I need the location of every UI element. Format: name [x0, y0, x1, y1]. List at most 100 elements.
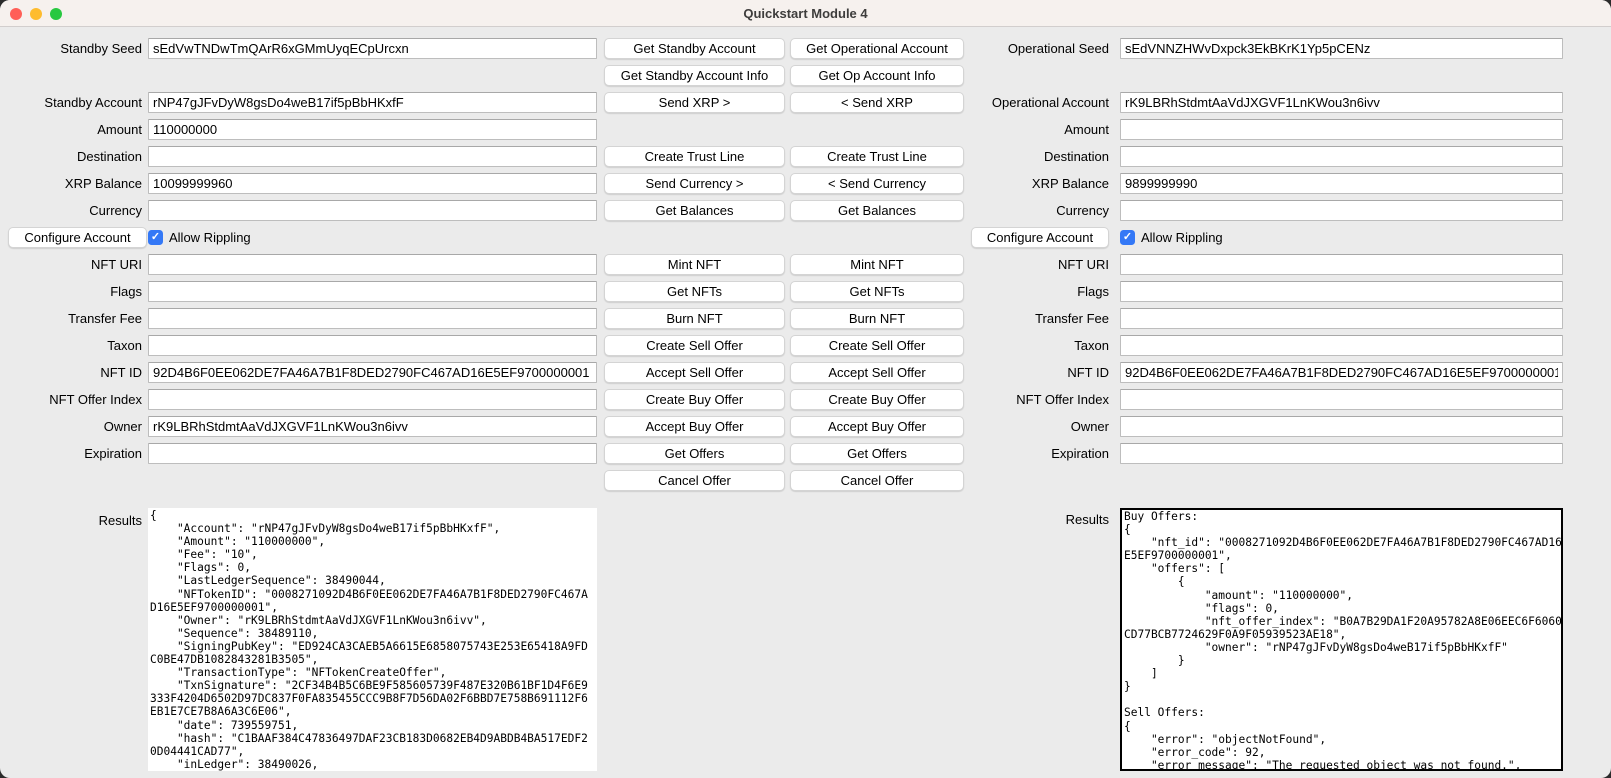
operational-expiration-input[interactable]	[1120, 443, 1563, 464]
operational-currency-input[interactable]	[1120, 200, 1563, 221]
standby-create-trust-line-button[interactable]: Create Trust Line	[604, 146, 785, 167]
operational-get-nfts-button[interactable]: Get NFTs	[790, 281, 964, 302]
standby-flags-input[interactable]	[148, 281, 597, 302]
form-row: Destination Create Trust Line Create Tru…	[0, 143, 1611, 170]
title-bar[interactable]: Quickstart Module 4	[0, 0, 1611, 27]
form-row: NFT Offer Index Create Buy Offer Create …	[0, 386, 1611, 413]
standby-seed-label: Standby Seed	[60, 41, 142, 56]
standby-allow-rippling-label: Allow Rippling	[169, 230, 251, 245]
standby-destination-input[interactable]	[148, 146, 597, 167]
standby-taxon-input[interactable]	[148, 335, 597, 356]
operational-create-trust-line-button[interactable]: Create Trust Line	[790, 146, 964, 167]
form-row: XRP Balance Send Currency > < Send Curre…	[0, 170, 1611, 197]
get-operational-account-button[interactable]: Get Operational Account	[790, 38, 964, 59]
standby-nft-offer-index-input[interactable]	[148, 389, 597, 410]
operational-allow-rippling-label: Allow Rippling	[1141, 230, 1223, 245]
get-standby-account-button[interactable]: Get Standby Account	[604, 38, 785, 59]
operational-currency-label: Currency	[1056, 203, 1109, 218]
standby-accept-sell-offer-button[interactable]: Accept Sell Offer	[604, 362, 785, 383]
operational-amount-input[interactable]	[1120, 119, 1563, 140]
standby-destination-label: Destination	[77, 149, 142, 164]
standby-account-label: Standby Account	[44, 95, 142, 110]
operational-accept-sell-offer-button[interactable]: Accept Sell Offer	[790, 362, 964, 383]
operational-amount-label: Amount	[1064, 122, 1109, 137]
standby-transfer-fee-input[interactable]	[148, 308, 597, 329]
operational-nft-id-input[interactable]	[1120, 362, 1563, 383]
standby-expiration-input[interactable]	[148, 443, 597, 464]
standby-accept-buy-offer-button[interactable]: Accept Buy Offer	[604, 416, 785, 437]
standby-currency-input[interactable]	[148, 200, 597, 221]
operational-results-textarea[interactable]: Buy Offers: { "nft_id": "0008271092D4B6F…	[1120, 508, 1563, 771]
operational-destination-input[interactable]	[1120, 146, 1563, 167]
form-row: Amount Amount	[0, 116, 1611, 143]
operational-cancel-offer-button[interactable]: Cancel Offer	[790, 470, 964, 491]
standby-account-input[interactable]	[148, 92, 597, 113]
operational-flags-input[interactable]	[1120, 281, 1563, 302]
minimize-button[interactable]	[30, 8, 42, 20]
operational-nft-offer-index-label: NFT Offer Index	[1016, 392, 1109, 407]
get-op-account-info-button[interactable]: Get Op Account Info	[790, 65, 964, 86]
form-row: Get Standby Account Info Get Op Account …	[0, 62, 1611, 89]
zoom-button[interactable]	[50, 8, 62, 20]
operational-nft-offer-index-input[interactable]	[1120, 389, 1563, 410]
standby-seed-input[interactable]	[148, 38, 597, 59]
operational-configure-account-button[interactable]: Configure Account	[971, 227, 1109, 248]
standby-burn-nft-button[interactable]: Burn NFT	[604, 308, 785, 329]
standby-mint-nft-button[interactable]: Mint NFT	[604, 254, 785, 275]
standby-amount-input[interactable]	[148, 119, 597, 140]
operational-accept-buy-offer-button[interactable]: Accept Buy Offer	[790, 416, 964, 437]
operational-allow-rippling-checkbox[interactable]: ✓	[1120, 230, 1135, 245]
operational-expiration-label: Expiration	[1051, 446, 1109, 461]
standby-cancel-offer-button[interactable]: Cancel Offer	[604, 470, 785, 491]
standby-flags-label: Flags	[110, 284, 142, 299]
operational-create-sell-offer-button[interactable]: Create Sell Offer	[790, 335, 964, 356]
operational-send-currency-button[interactable]: < Send Currency	[790, 173, 964, 194]
operational-create-buy-offer-button[interactable]: Create Buy Offer	[790, 389, 964, 410]
operational-owner-label: Owner	[1071, 419, 1109, 434]
standby-nft-uri-input[interactable]	[148, 254, 597, 275]
form-row: Expiration Get Offers Get Offers Expirat…	[0, 440, 1611, 467]
operational-get-offers-button[interactable]: Get Offers	[790, 443, 964, 464]
operational-account-input[interactable]	[1120, 92, 1563, 113]
operational-xrp-balance-input[interactable]	[1120, 173, 1563, 194]
form-row: Transfer Fee Burn NFT Burn NFT Transfer …	[0, 305, 1611, 332]
operational-xrp-balance-label: XRP Balance	[1032, 176, 1109, 191]
form-row: Configure Account ✓ Allow Rippling Confi…	[0, 224, 1611, 251]
operational-send-xrp-button[interactable]: < Send XRP	[790, 92, 964, 113]
standby-send-xrp-button[interactable]: Send XRP >	[604, 92, 785, 113]
form-row: Owner Accept Buy Offer Accept Buy Offer …	[0, 413, 1611, 440]
operational-burn-nft-button[interactable]: Burn NFT	[790, 308, 964, 329]
checkmark-icon: ✓	[151, 231, 160, 243]
operational-results-label: Results	[1066, 512, 1109, 527]
standby-get-offers-button[interactable]: Get Offers	[604, 443, 785, 464]
standby-xrp-balance-label: XRP Balance	[65, 176, 142, 191]
app-window: Quickstart Module 4 Standby Seed Get Sta…	[0, 0, 1611, 778]
standby-xrp-balance-input[interactable]	[148, 173, 597, 194]
operational-transfer-fee-label: Transfer Fee	[1035, 311, 1109, 326]
standby-allow-rippling-checkbox[interactable]: ✓	[148, 230, 163, 245]
operational-nft-id-label: NFT ID	[1067, 365, 1109, 380]
operational-get-balances-button[interactable]: Get Balances	[790, 200, 964, 221]
operational-nft-uri-input[interactable]	[1120, 254, 1563, 275]
window-title: Quickstart Module 4	[0, 0, 1611, 27]
form-row: Standby Seed Get Standby Account Get Ope…	[0, 35, 1611, 62]
standby-get-nfts-button[interactable]: Get NFTs	[604, 281, 785, 302]
traffic-lights	[10, 8, 62, 20]
standby-configure-account-button[interactable]: Configure Account	[8, 227, 147, 248]
standby-get-balances-button[interactable]: Get Balances	[604, 200, 785, 221]
operational-transfer-fee-input[interactable]	[1120, 308, 1563, 329]
standby-nft-id-input[interactable]	[148, 362, 597, 383]
standby-send-currency-button[interactable]: Send Currency >	[604, 173, 785, 194]
get-standby-account-info-button[interactable]: Get Standby Account Info	[604, 65, 785, 86]
standby-results-textarea[interactable]: { "Account": "rNP47gJFvDyW8gsDo4weB17if5…	[148, 508, 597, 771]
operational-mint-nft-button[interactable]: Mint NFT	[790, 254, 964, 275]
operational-taxon-input[interactable]	[1120, 335, 1563, 356]
standby-create-sell-offer-button[interactable]: Create Sell Offer	[604, 335, 785, 356]
operational-owner-input[interactable]	[1120, 416, 1563, 437]
close-button[interactable]	[10, 8, 22, 20]
standby-create-buy-offer-button[interactable]: Create Buy Offer	[604, 389, 785, 410]
operational-seed-input[interactable]	[1120, 38, 1563, 59]
standby-owner-input[interactable]	[148, 416, 597, 437]
results-row: Results { "Account": "rNP47gJFvDyW8gsDo4…	[0, 508, 1611, 771]
form-row: Flags Get NFTs Get NFTs Flags	[0, 278, 1611, 305]
